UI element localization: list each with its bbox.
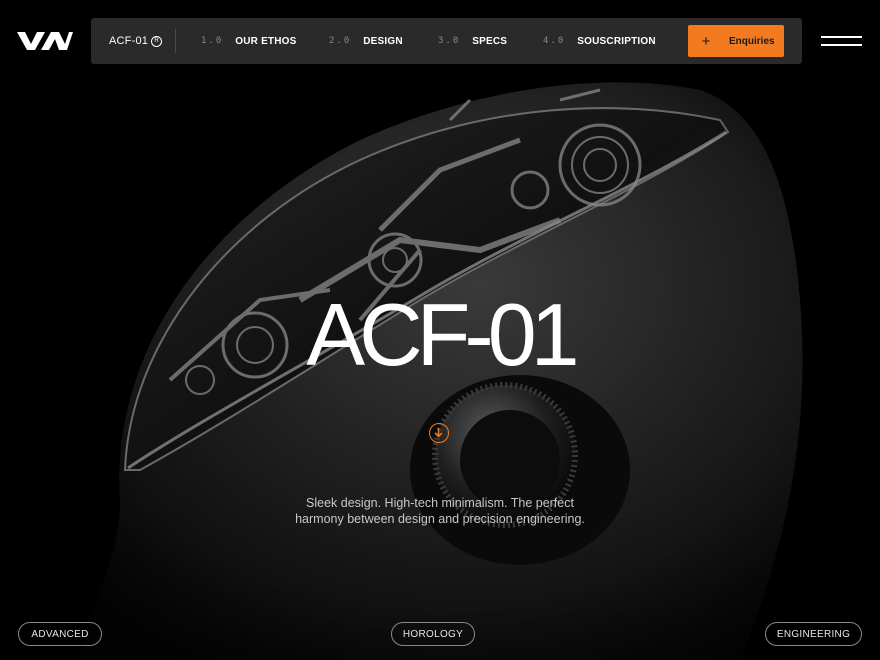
nav-label: SPECS — [472, 35, 508, 47]
tag-horology[interactable]: HOROLOGY — [391, 622, 475, 646]
product-name[interactable]: ACF-01 R — [91, 35, 163, 47]
nav-item-specs[interactable]: 3.0 SPECS — [438, 18, 507, 64]
tag-engineering[interactable]: ENGINEERING — [765, 622, 862, 646]
hero-title: ACF-01 — [306, 285, 579, 384]
nav-number: 4.0 — [543, 36, 566, 46]
registered-mark-icon: R — [151, 35, 163, 47]
enquiries-label: Enquiries — [729, 35, 775, 47]
brand-logo-icon[interactable] — [17, 31, 73, 51]
nav-number: 2.0 — [329, 36, 352, 46]
arrow-down-circle-icon[interactable] — [429, 423, 449, 443]
nav-item-design[interactable]: 2.0 DESIGN — [329, 18, 403, 64]
divider — [175, 29, 177, 53]
nav-number: 1.0 — [201, 36, 224, 46]
nav-number: 3.0 — [438, 36, 461, 46]
hamburger-menu-icon[interactable] — [821, 36, 862, 46]
top-navigation-bar: ACF-01 R 1.0 OUR ETHOS 2.0 DESIGN 3.0 SP… — [91, 18, 802, 64]
enquiries-button[interactable]: + Enquiries — [688, 25, 784, 57]
nav-label: SOUSCRIPTION — [577, 35, 656, 47]
hero-tagline: Sleek design. High-tech minimalism. The … — [295, 496, 585, 526]
tag-advanced[interactable]: ADVANCED — [18, 622, 102, 646]
product-name-label: ACF-01 — [109, 35, 149, 47]
nav-item-our-ethos[interactable]: 1.0 OUR ETHOS — [201, 18, 297, 64]
plus-icon: + — [701, 32, 711, 50]
nav-label: OUR ETHOS — [235, 35, 297, 47]
nav-label: DESIGN — [363, 35, 403, 47]
nav-item-souscription[interactable]: 4.0 SOUSCRIPTION — [543, 18, 656, 64]
